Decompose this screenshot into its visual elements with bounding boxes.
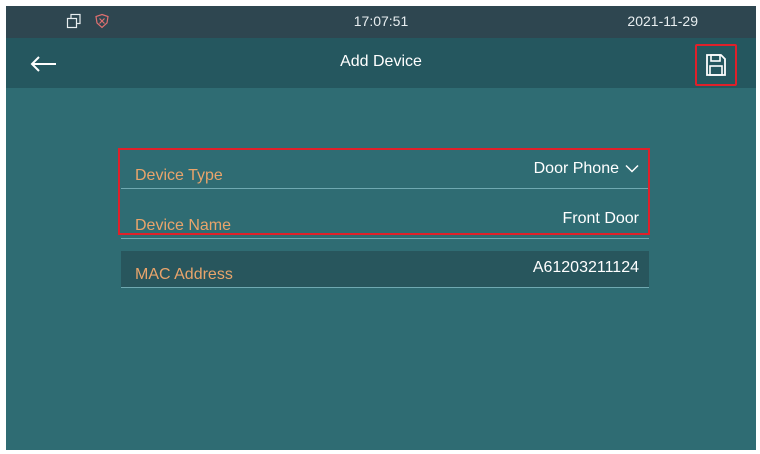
nav-bar: Add Device [6,38,756,88]
page-title: Add Device [340,53,422,70]
chevron-down-icon [625,160,639,178]
floppy-disk-icon [706,54,726,76]
status-date: 2021-11-29 [627,13,698,29]
device-type-select[interactable]: Door Phone [534,160,639,178]
device-screen: 17:07:51 2021-11-29 Add Device Device Ty… [6,6,756,450]
save-button[interactable] [695,44,737,86]
device-type-value: Door Phone [533,160,619,178]
status-bar: 17:07:51 2021-11-29 [6,6,756,38]
mac-address-label: MAC Address [135,266,233,283]
mac-address-row[interactable]: MAC Address A61203211124 [121,251,649,288]
device-type-row[interactable]: Device Type Door Phone [121,152,649,189]
mac-address-field[interactable]: A61203211124 [533,259,639,277]
device-type-label: Device Type [135,167,223,184]
device-name-label: Device Name [135,217,232,234]
device-name-field[interactable]: Front Door [563,210,639,228]
device-name-row[interactable]: Device Name Front Door [121,202,649,239]
